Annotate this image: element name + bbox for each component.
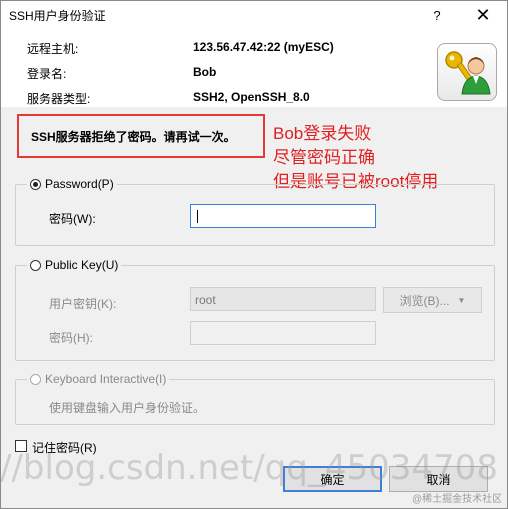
error-message: SSH服务器拒绝了密码。请再试一次。 xyxy=(31,130,236,144)
remote-host-value: 123.56.47.42:22 (myESC) xyxy=(193,40,334,54)
chevron-down-icon: ▼ xyxy=(457,295,466,305)
annotation-line-1: Bob登录失败 xyxy=(273,124,372,143)
help-button[interactable]: ? xyxy=(423,4,451,26)
user-key-icon xyxy=(437,43,497,101)
password-field-label: 密码(W): xyxy=(49,212,96,226)
keyboard-interactive-desc: 使用键盘输入用户身份验证。 xyxy=(49,401,206,415)
password-radio-label: Password(P) xyxy=(45,177,114,191)
remote-host-label: 远程主机: xyxy=(27,42,79,56)
password-input[interactable] xyxy=(190,204,376,228)
password-radio[interactable]: Password(P) xyxy=(27,177,117,191)
text-caret xyxy=(197,210,198,223)
public-key-group xyxy=(15,265,495,361)
connection-info: 远程主机: 123.56.47.42:22 (myESC) 登录名: Bob 服… xyxy=(1,29,507,107)
public-key-radio-label: Public Key(U) xyxy=(45,258,119,272)
watermark-small: @稀土掘金技术社区 xyxy=(412,494,503,505)
server-type-label: 服务器类型: xyxy=(27,92,91,106)
key-password-input[interactable] xyxy=(190,321,376,345)
annotation-line-2: 尽管密码正确 xyxy=(273,148,375,167)
login-name-value: Bob xyxy=(193,65,217,79)
keyboard-interactive-radio[interactable]: Keyboard Interactive(I) xyxy=(27,372,170,386)
browse-button-label: 浏览(B)... xyxy=(399,293,450,308)
radio-disabled-icon xyxy=(30,373,41,385)
public-key-radio[interactable]: Public Key(U) xyxy=(27,258,122,272)
window-title: SSH用户身份验证 xyxy=(9,9,106,23)
keyboard-interactive-label: Keyboard Interactive(I) xyxy=(45,372,167,386)
key-password-label: 密码(H): xyxy=(49,331,93,345)
server-type-value: SSH2, OpenSSH_8.0 xyxy=(193,90,310,104)
radio-selected-icon xyxy=(30,178,41,190)
error-message-box: SSH服务器拒绝了密码。请再试一次。 xyxy=(17,114,265,158)
user-key-select[interactable]: root xyxy=(190,287,376,311)
user-key-value: root xyxy=(195,293,216,307)
title-bar: SSH用户身份验证 ? ✕ xyxy=(1,1,507,29)
browse-button[interactable]: 浏览(B)... ▼ xyxy=(383,287,482,313)
radio-unselected-icon xyxy=(30,259,41,271)
user-key-label: 用户密钥(K): xyxy=(49,297,117,311)
watermark-text: //blog.csdn.net/qq_45034708 xyxy=(0,448,498,488)
login-name-label: 登录名: xyxy=(27,67,67,81)
close-button[interactable]: ✕ xyxy=(469,4,497,26)
ssh-auth-dialog: SSH用户身份验证 ? ✕ 远程主机: 123.56.47.42:22 (myE… xyxy=(0,0,508,509)
